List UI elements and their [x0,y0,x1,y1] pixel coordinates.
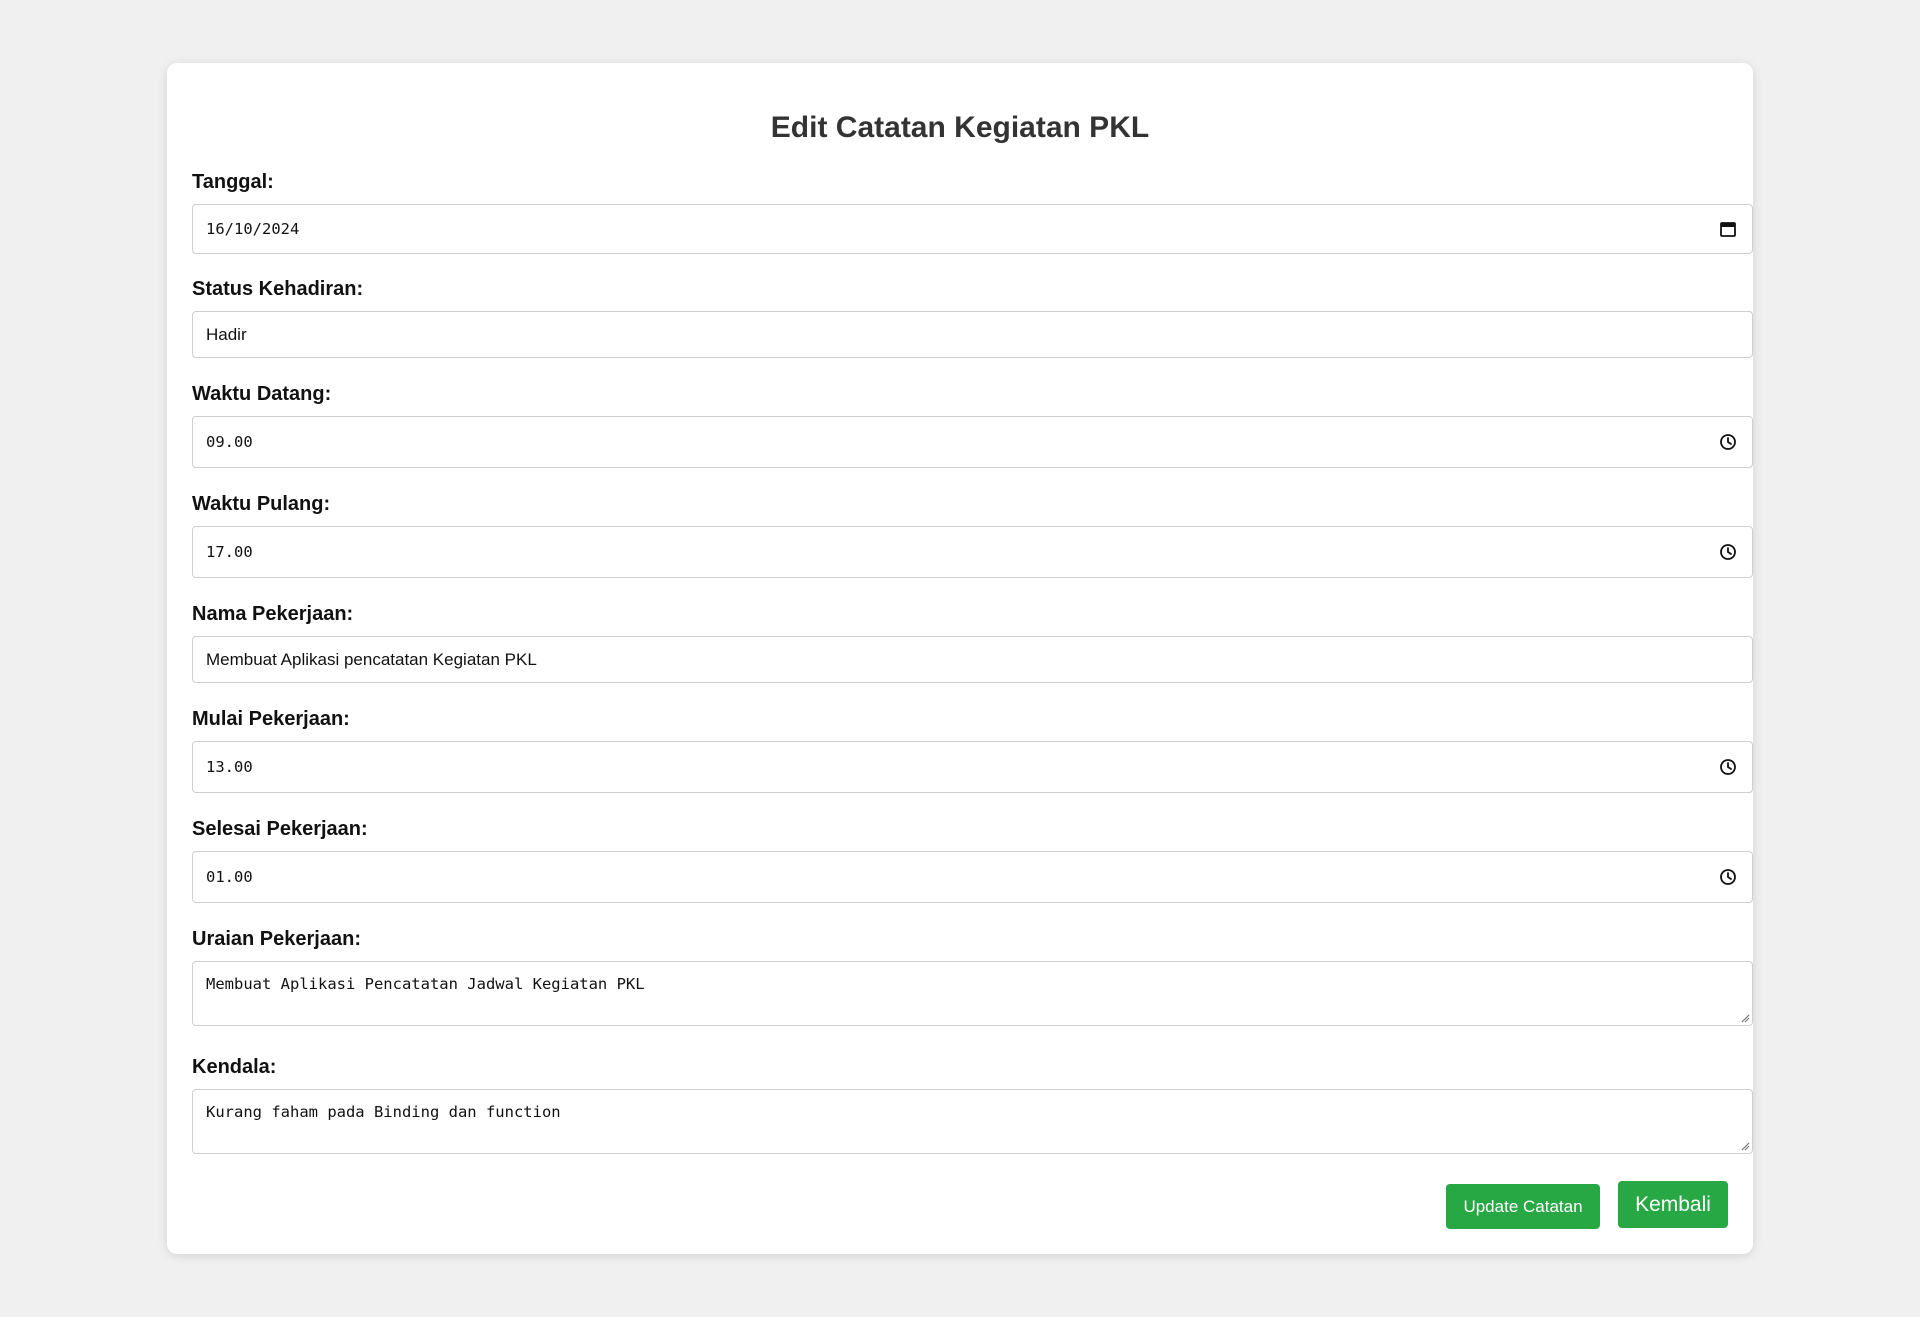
waktu-datang-value: 09.00 [206,433,253,451]
nama-pekerjaan-value: Membuat Aplikasi pencatatan Kegiatan PKL [206,650,537,669]
resize-handle-icon[interactable] [1740,1141,1750,1151]
page-title: Edit Catatan Kegiatan PKL [770,111,1150,144]
nama-pekerjaan-label: Nama Pekerjaan: [192,603,354,625]
status-kehadiran-input[interactable]: Hadir [192,311,1753,358]
kendala-label: Kendala: [192,1056,277,1078]
uraian-pekerjaan-textarea[interactable]: Membuat Aplikasi Pencatatan Jadwal Kegia… [192,961,1753,1026]
kendala-value: Kurang faham pada Binding dan function [206,1103,561,1121]
kembali-button[interactable]: Kembali [1618,1181,1728,1228]
selesai-pekerjaan-value: 01.00 [206,868,253,886]
calendar-icon[interactable] [1719,220,1737,238]
tanggal-date-input[interactable]: 16/10/2024 [192,204,1753,254]
uraian-pekerjaan-value: Membuat Aplikasi Pencatatan Jadwal Kegia… [206,975,645,993]
selesai-pekerjaan-label: Selesai Pekerjaan: [192,818,368,840]
resize-handle-icon[interactable] [1740,1013,1750,1023]
waktu-datang-time-input[interactable]: 09.00 [192,416,1753,468]
update-catatan-button[interactable]: Update Catatan [1446,1184,1600,1229]
uraian-pekerjaan-label: Uraian Pekerjaan: [192,928,361,950]
selesai-pekerjaan-time-input[interactable]: 01.00 [192,851,1753,903]
clock-icon[interactable] [1719,543,1737,561]
status-kehadiran-label: Status Kehadiran: [192,278,364,300]
kendala-textarea[interactable]: Kurang faham pada Binding dan function [192,1089,1753,1154]
waktu-pulang-value: 17.00 [206,543,253,561]
tanggal-value: 16/10/2024 [206,220,300,238]
status-kehadiran-value: Hadir [206,325,247,344]
waktu-pulang-label: Waktu Pulang: [192,493,331,515]
clock-icon[interactable] [1719,758,1737,776]
tanggal-label: Tanggal: [192,171,274,193]
clock-icon[interactable] [1719,433,1737,451]
waktu-datang-label: Waktu Datang: [192,383,332,405]
mulai-pekerjaan-value: 13.00 [206,758,253,776]
mulai-pekerjaan-time-input[interactable]: 13.00 [192,741,1753,793]
nama-pekerjaan-input[interactable]: Membuat Aplikasi pencatatan Kegiatan PKL [192,636,1753,683]
clock-icon[interactable] [1719,868,1737,886]
waktu-pulang-time-input[interactable]: 17.00 [192,526,1753,578]
mulai-pekerjaan-label: Mulai Pekerjaan: [192,708,350,730]
